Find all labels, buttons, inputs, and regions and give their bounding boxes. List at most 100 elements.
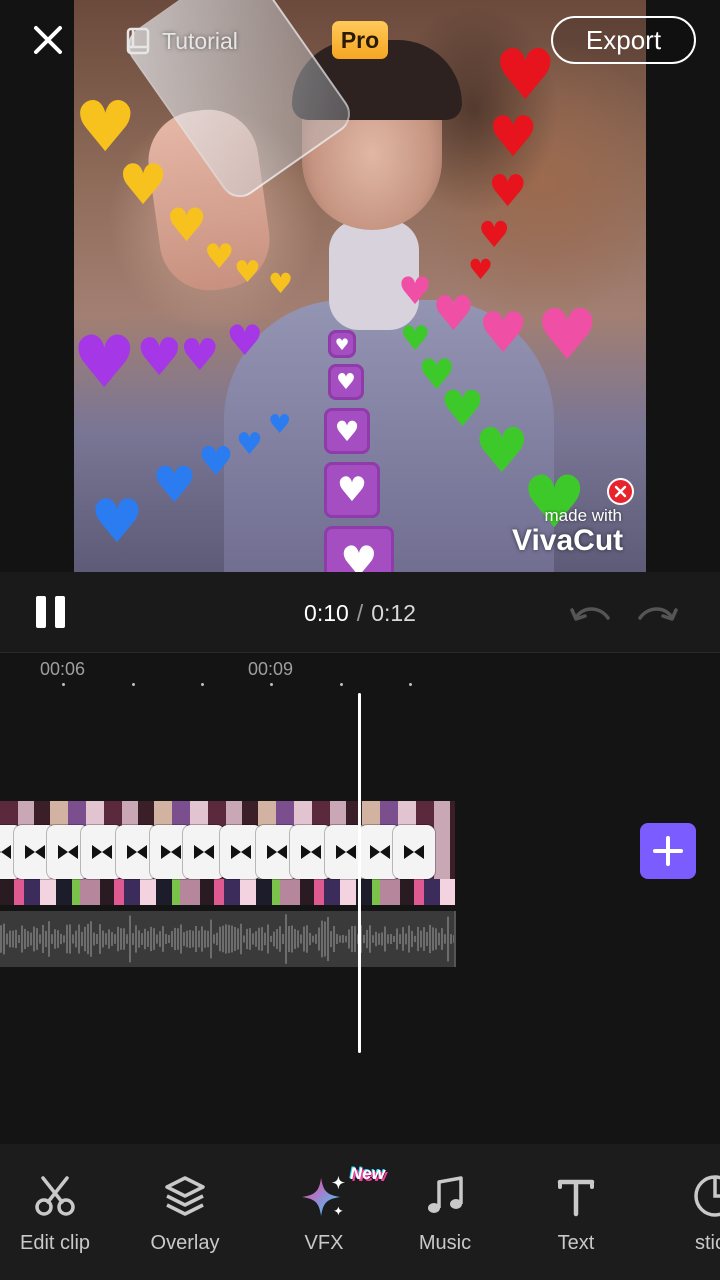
ruler-tick [201, 683, 204, 686]
heart-box-sticker: ♥ [328, 364, 364, 400]
total-time: 0:12 [371, 600, 416, 626]
transition-icon [127, 845, 147, 859]
heart-sticker: ♥ [234, 255, 261, 290]
plus-icon [653, 836, 683, 866]
audio-track[interactable] [0, 911, 456, 967]
current-time: 0:10 [304, 600, 349, 626]
transition-row [0, 825, 460, 879]
ruler-tick [340, 683, 343, 686]
tutorial-button[interactable]: Tutorial [124, 24, 238, 58]
close-button[interactable] [28, 20, 68, 60]
tool-label: Music [418, 1232, 472, 1254]
watermark-made-with: made with [544, 506, 622, 525]
pro-label: Pro [340, 26, 380, 53]
ruler-tick [409, 683, 412, 686]
pro-badge[interactable]: Pro [332, 21, 388, 59]
heart-sticker: ♥ [268, 267, 294, 300]
clip-thumbnails [0, 879, 455, 905]
heart-sticker: ♥ [74, 86, 137, 168]
transition-icon [404, 845, 424, 859]
audio-waveform [0, 914, 454, 964]
heart-sticker: ♥ [536, 294, 599, 376]
heart-sticker: ♥ [74, 320, 137, 404]
sticker-icon [691, 1172, 720, 1220]
heart-box-sticker: ♥ [324, 462, 380, 518]
tool-label: Edit clip [19, 1232, 91, 1254]
heart-sticker: ♥ [166, 198, 208, 252]
tool-sticker[interactable]: stick [650, 1172, 720, 1255]
transition-icon [25, 845, 45, 859]
layers-icon [161, 1172, 209, 1220]
heart-sticker: ♥ [478, 301, 529, 366]
transition-icon [194, 845, 214, 859]
tool-overlay[interactable]: Overlay [120, 1172, 250, 1255]
transition-icon [370, 845, 390, 859]
transition-icon [92, 845, 112, 859]
heart-box-sticker: ♥ [328, 330, 356, 358]
heart-sticker: ♥ [204, 237, 235, 277]
heart-sticker: ♥ [398, 269, 433, 313]
export-label: Export [585, 24, 662, 55]
heart-sticker: ♥ [226, 316, 264, 365]
ruler-tick [132, 683, 135, 686]
tool-label: VFX [304, 1232, 344, 1254]
close-icon [34, 26, 62, 54]
transition-icon [161, 845, 181, 859]
remove-watermark-button[interactable] [607, 478, 634, 505]
undo-icon [570, 607, 610, 621]
heart-sticker: ♥ [488, 105, 539, 170]
redo-icon [638, 607, 678, 621]
heart-sticker: ♥ [152, 456, 197, 514]
heart-sticker: ♥ [268, 410, 292, 440]
sparkle-icon [300, 1172, 348, 1220]
watermark-brand: VivaCut [512, 524, 624, 557]
transition-icon [301, 845, 321, 859]
heart-sticker: ♥ [488, 166, 528, 217]
scissors-icon [31, 1172, 79, 1220]
heart-sticker: ♥ [494, 34, 557, 116]
time-separator: / [356, 600, 364, 626]
tool-label: Text [557, 1232, 595, 1254]
export-button[interactable]: Export [551, 16, 696, 64]
ruler-tick [62, 683, 65, 686]
heart-sticker: ♥ [90, 487, 144, 557]
heart-box-sticker: ♥ [324, 526, 394, 572]
ruler-label: 00:06 [40, 659, 86, 679]
tool-label: Overlay [150, 1232, 220, 1254]
playhead[interactable] [358, 693, 361, 1053]
heart-sticker: ♥ [478, 215, 511, 256]
watermark: made with VivaCut [512, 506, 642, 558]
transition-icon [267, 845, 287, 859]
tool-music[interactable]: Music [380, 1172, 510, 1255]
close-icon [614, 485, 627, 498]
tool-edit-clip[interactable]: Edit clip [0, 1172, 120, 1255]
add-clip-button[interactable] [640, 823, 696, 879]
transition-icon [0, 845, 11, 859]
tutorial-label: Tutorial [162, 27, 238, 54]
ruler-tick [270, 683, 273, 686]
redo-button[interactable] [636, 602, 678, 626]
undo-button[interactable] [570, 602, 612, 626]
timeline[interactable]: 00:06 00:09 [0, 652, 720, 1144]
book-icon [126, 27, 150, 55]
ruler-label: 00:09 [248, 659, 294, 679]
heart-sticker: ♥ [198, 439, 234, 485]
transition-button[interactable] [393, 825, 435, 879]
heart-sticker: ♥ [468, 253, 494, 286]
video-preview-area: ♥ ♥ ♥ ♥ ♥ ♥ ♥ ♥ ♥ ♥ ♥ ♥ ♥ ♥ ♥ ♥ ♥ ♥ ♥ ♥ … [0, 0, 720, 572]
transition-icon [336, 845, 356, 859]
music-note-icon [421, 1172, 469, 1220]
playback-bar: 0:10 / 0:12 [0, 572, 720, 652]
heart-sticker: ♥ [432, 286, 476, 342]
heart-sticker: ♥ [136, 328, 183, 388]
tool-text[interactable]: Text [511, 1172, 641, 1255]
time-display: 0:10 / 0:12 [0, 600, 720, 627]
transition-button[interactable] [183, 825, 225, 879]
heart-sticker: ♥ [180, 330, 220, 381]
heart-box-sticker: ♥ [324, 408, 370, 454]
transition-icon [58, 845, 78, 859]
text-icon [552, 1172, 600, 1220]
video-frame[interactable]: ♥ ♥ ♥ ♥ ♥ ♥ ♥ ♥ ♥ ♥ ♥ ♥ ♥ ♥ ♥ ♥ ♥ ♥ ♥ ♥ … [74, 0, 646, 572]
tool-vfx[interactable]: VFX [259, 1172, 389, 1255]
new-badge: New [350, 1164, 385, 1183]
